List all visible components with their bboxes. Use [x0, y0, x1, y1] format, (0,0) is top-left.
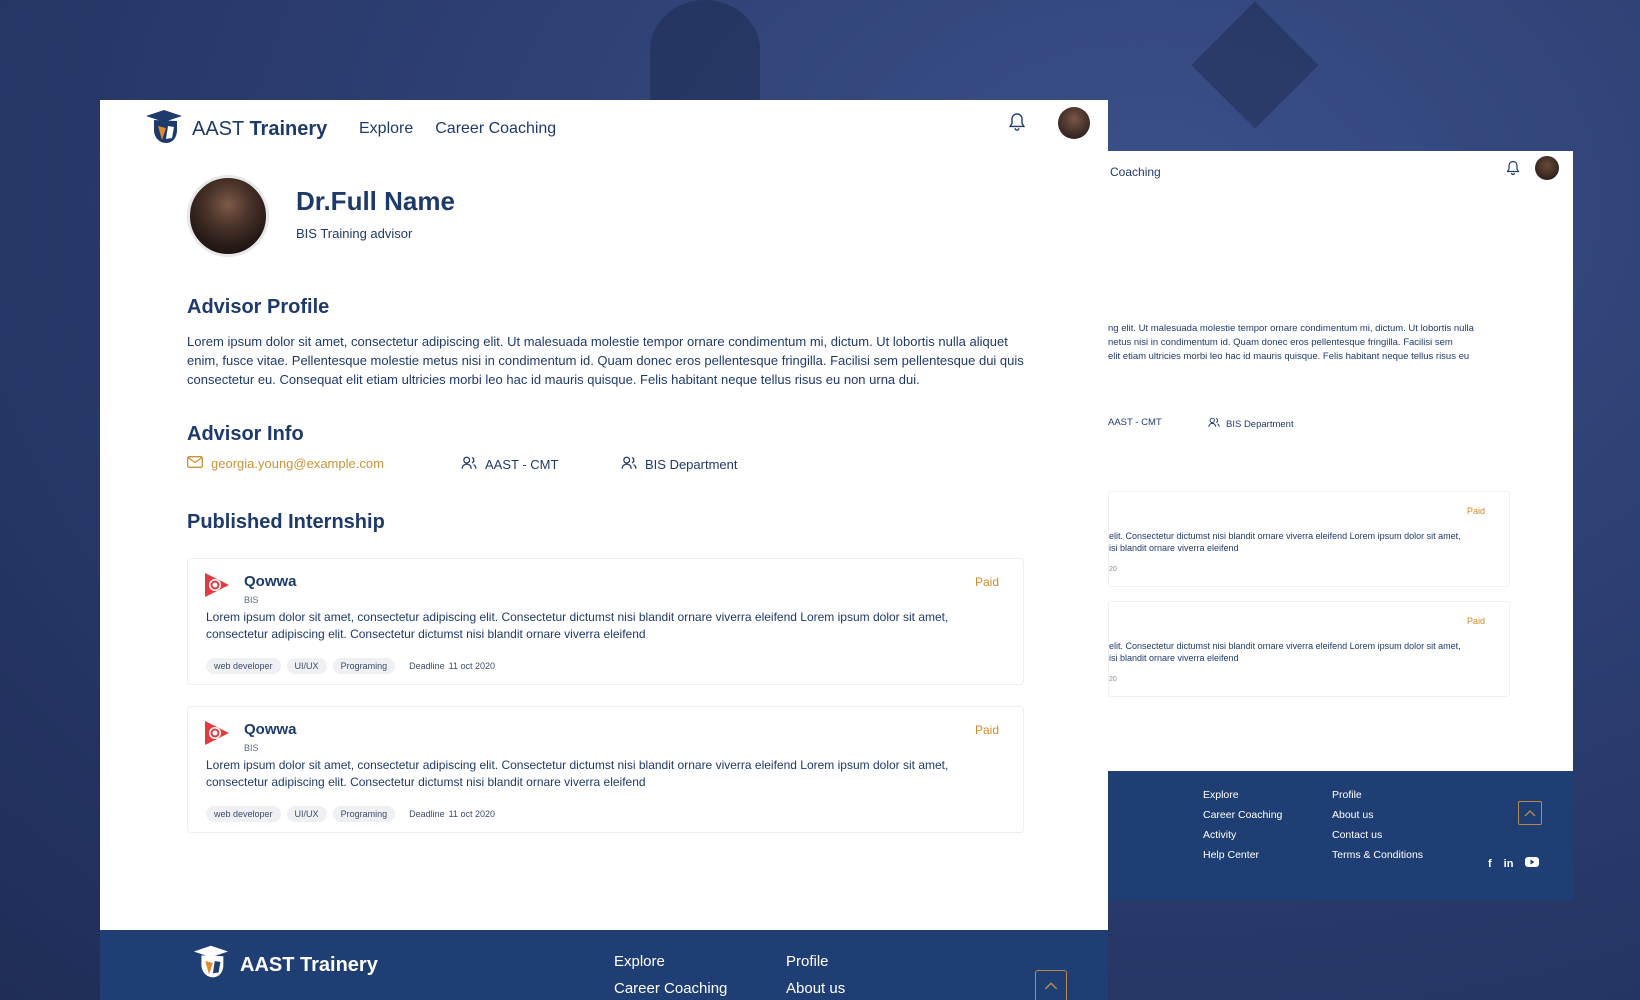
tag[interactable]: Programing — [332, 806, 396, 822]
advisor-profile-text: Lorem ipsum dolor sit amet, consectetur … — [187, 334, 1024, 387]
footer-links-col1: Explore Career Coaching — [614, 953, 727, 997]
internship-desc: elit. Consectetur dictumst nisi blandit … — [1109, 531, 1461, 553]
published-internship-heading: Published Internship — [187, 511, 385, 533]
footer-link-career-coaching[interactable]: Career Coaching — [614, 980, 727, 997]
brand-name: AAST Trainery — [192, 118, 328, 140]
deadline-fragment: 20 — [1109, 676, 1117, 683]
internship-card[interactable]: Qowwa BIS Paid Lorem ipsum dolor sit ame… — [187, 558, 1024, 685]
scroll-top-button[interactable] — [1518, 801, 1542, 825]
tag-list: web developer UI/UX Programing Deadline 1… — [206, 806, 495, 822]
footer-link-terms[interactable]: Terms & Conditions — [1332, 849, 1423, 861]
company-name: Qowwa — [244, 721, 297, 738]
footer-brand[interactable]: AAST Trainery — [190, 942, 378, 988]
mail-icon — [187, 456, 203, 471]
footer-preview: Explore Career Coaching Activity Help Ce… — [1108, 771, 1573, 900]
deadline-fragment: 20 — [1109, 566, 1117, 573]
advisor-name: Dr.Full Name — [296, 186, 455, 216]
footer: AAST Trainery Explore Career Coaching Pr… — [100, 930, 1108, 1000]
advisor-info-heading: Advisor Info — [187, 423, 304, 445]
tag[interactable]: UI/UX — [286, 806, 327, 822]
department-info: BIS Department — [1208, 417, 1294, 431]
footer-link-career-coaching[interactable]: Career Coaching — [1203, 809, 1282, 821]
internship-desc: elit. Consectetur dictumst nisi blandit … — [1109, 641, 1461, 663]
footer-link-profile[interactable]: Profile — [1332, 789, 1423, 801]
footer-links-col1: Explore Career Coaching Activity Help Ce… — [1203, 789, 1282, 861]
email-info[interactable]: georgia.young@example.com — [187, 456, 384, 471]
youtube-icon[interactable] — [1525, 857, 1540, 870]
footer-links-col2: Profile About us Contact us Terms & Cond… — [1332, 789, 1423, 861]
users-icon — [461, 456, 477, 473]
institution-info: AAST - CMT — [461, 456, 558, 473]
qowwa-logo-icon — [202, 719, 232, 752]
bell-icon[interactable] — [1506, 160, 1520, 181]
paid-badge: Paid — [1466, 616, 1485, 626]
tag[interactable]: web developer — [206, 806, 281, 822]
users-icon — [1208, 417, 1220, 431]
facebook-icon[interactable]: f — [1488, 858, 1492, 870]
footer-link-explore[interactable]: Explore — [1203, 789, 1282, 801]
bell-icon[interactable] — [1008, 112, 1026, 137]
footer-brand-name: AAST Trainery — [240, 953, 378, 976]
chevron-up-icon — [1524, 804, 1536, 822]
users-icon — [621, 456, 637, 473]
footer-links-col2: Profile About us — [786, 953, 845, 997]
internship-card[interactable]: Qowwa BIS Paid Lorem ipsum dolor sit ame… — [187, 706, 1024, 833]
tag-list: web developer UI/UX Programing Deadline 1… — [206, 658, 495, 674]
footer-link-about-us[interactable]: About us — [786, 980, 845, 997]
scroll-top-button[interactable] — [1035, 970, 1067, 1000]
advisor-profile-page: AAST Trainery Explore Career Coaching Dr… — [100, 100, 1108, 1000]
tag[interactable]: web developer — [206, 658, 281, 674]
internship-desc: Lorem ipsum dolor sit amet, consectetur … — [206, 610, 949, 641]
deadline: Deadline 11 oct 2020 — [409, 661, 495, 671]
user-avatar[interactable] — [1058, 107, 1090, 139]
secondary-preview-card: Coaching ng elit. Ut malesuada molestie … — [1108, 151, 1573, 900]
graduation-cap-logo-icon — [190, 942, 230, 988]
graduation-cap-logo-icon — [142, 106, 184, 153]
paid-badge: Paid — [974, 575, 999, 589]
footer-link-contact-us[interactable]: Contact us — [1332, 829, 1423, 841]
advisor-role: BIS Training advisor — [296, 226, 413, 241]
company-dept: BIS — [244, 595, 259, 605]
department-info: BIS Department — [621, 456, 738, 473]
footer-link-explore[interactable]: Explore — [614, 953, 727, 970]
internship-desc: Lorem ipsum dolor sit amet, consectetur … — [206, 758, 949, 789]
top-navbar: AAST Trainery Explore Career Coaching — [100, 100, 1108, 160]
brand-logo[interactable]: AAST Trainery — [142, 106, 327, 153]
main-nav: Explore Career Coaching — [359, 120, 556, 138]
nav-link-career-coaching[interactable]: Career Coaching — [435, 120, 556, 138]
nav-link-career-coaching[interactable]: Coaching — [1110, 165, 1161, 179]
deadline: Deadline 11 oct 2020 — [409, 809, 495, 819]
advisor-profile-text-preview: ng elit. Ut malesuada molestie tempor or… — [1108, 323, 1474, 362]
paid-badge: Paid — [974, 723, 999, 737]
footer-link-activity[interactable]: Activity — [1203, 829, 1282, 841]
company-dept: BIS — [244, 743, 259, 753]
footer-link-profile[interactable]: Profile — [786, 953, 845, 970]
email-link[interactable]: georgia.young@example.com — [211, 456, 384, 471]
footer-link-help-center[interactable]: Help Center — [1203, 849, 1282, 861]
advisor-profile-heading: Advisor Profile — [187, 296, 330, 318]
institution-label: AAST - CMT — [485, 457, 559, 472]
social-links: f in — [1488, 857, 1540, 870]
company-name: Qowwa — [244, 573, 297, 590]
chevron-up-icon — [1044, 977, 1058, 995]
footer-link-about-us[interactable]: About us — [1332, 809, 1423, 821]
internship-card-preview[interactable]: Paid elit. Consectetur dictumst nisi bla… — [1108, 491, 1510, 587]
institution-info: AAST - CMT — [1108, 417, 1162, 428]
tag[interactable]: UI/UX — [286, 658, 327, 674]
paid-badge: Paid — [1466, 506, 1485, 516]
background-figure — [650, 0, 760, 100]
user-avatar[interactable] — [1535, 156, 1559, 180]
qowwa-logo-icon — [202, 571, 232, 604]
background-cap-shape — [1191, 1, 1319, 129]
nav-link-explore[interactable]: Explore — [359, 120, 413, 138]
internship-card-preview[interactable]: Paid elit. Consectetur dictumst nisi bla… — [1108, 601, 1510, 697]
department-label: BIS Department — [645, 457, 738, 472]
linkedin-icon[interactable]: in — [1504, 858, 1514, 870]
tag[interactable]: Programing — [332, 658, 396, 674]
advisor-photo — [187, 175, 269, 257]
